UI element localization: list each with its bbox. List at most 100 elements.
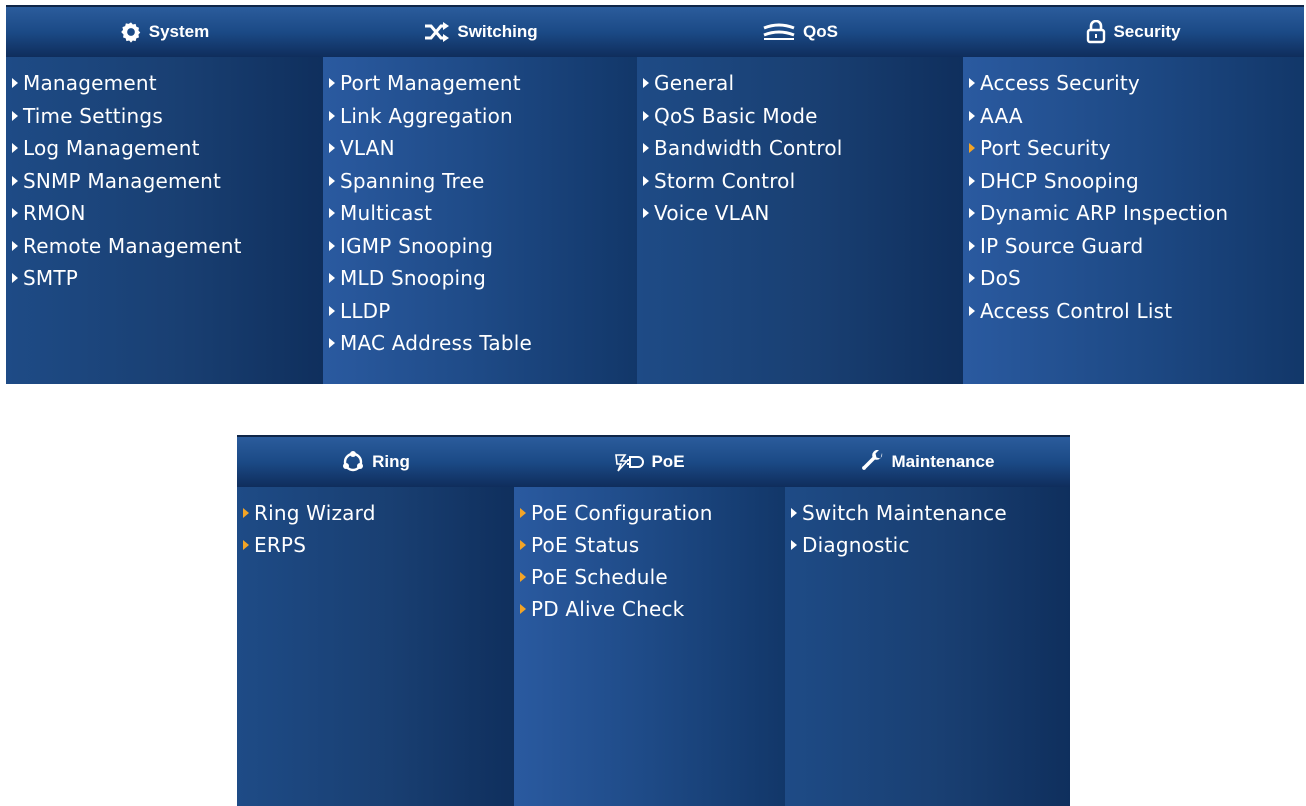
menu-item-pd-alive-check[interactable]: PD Alive Check	[514, 593, 785, 625]
arrow-icon	[329, 143, 335, 154]
menu-item-storm-control[interactable]: Storm Control	[637, 165, 963, 198]
arrow-icon	[243, 508, 249, 518]
arrow-icon	[520, 540, 526, 550]
menu-header-poe[interactable]: PoE	[514, 435, 785, 487]
menu-header-maintenance[interactable]: Maintenance	[785, 435, 1070, 487]
menu-item-access-control-list[interactable]: Access Control List	[963, 295, 1304, 328]
arrow-icon	[969, 273, 975, 284]
menu-item-poe-status[interactable]: PoE Status	[514, 529, 785, 561]
arrow-icon	[12, 273, 18, 284]
arrow-icon	[12, 240, 18, 251]
menu-item-aaa[interactable]: AAA	[963, 100, 1304, 133]
menu-column-qos: QoS General QoS Basic Mode Bandwidth Con…	[637, 5, 963, 384]
arrow-icon	[643, 110, 649, 121]
menu-item-poe-configuration[interactable]: PoE Configuration	[514, 497, 785, 529]
arrow-icon	[969, 78, 975, 89]
arrow-icon	[520, 508, 526, 518]
menu-item-mld-snooping[interactable]: MLD Snooping	[323, 262, 637, 295]
menu-list-ring: Ring Wizard ERPS	[237, 487, 514, 806]
menu-item-poe-schedule[interactable]: PoE Schedule	[514, 561, 785, 593]
ring-icon	[341, 450, 365, 474]
menu-header-switching[interactable]: Switching	[323, 5, 637, 57]
menu-item-remote-management[interactable]: Remote Management	[6, 230, 323, 263]
arrow-icon	[791, 540, 797, 550]
menu-item-general[interactable]: General	[637, 67, 963, 100]
menu-item-dhcp-snooping[interactable]: DHCP Snooping	[963, 165, 1304, 198]
menu-item-erps[interactable]: ERPS	[237, 529, 514, 561]
switching-arrows-icon	[422, 22, 450, 42]
padlock-icon	[1086, 20, 1106, 44]
menu-item-qos-basic-mode[interactable]: QoS Basic Mode	[637, 100, 963, 133]
menu-item-rmon[interactable]: RMON	[6, 197, 323, 230]
menu-header-label: QoS	[803, 22, 838, 41]
menu-column-security: Security Access Security AAA Port Securi…	[963, 5, 1304, 384]
menu-item-snmp-management[interactable]: SNMP Management	[6, 165, 323, 198]
menu-item-multicast[interactable]: Multicast	[323, 197, 637, 230]
arrow-icon	[643, 78, 649, 89]
menu-item-smtp[interactable]: SMTP	[6, 262, 323, 295]
arrow-icon	[12, 143, 18, 154]
menu-item-dos[interactable]: DoS	[963, 262, 1304, 295]
menu-column-ring: Ring Ring Wizard ERPS	[237, 435, 514, 806]
arrow-icon	[329, 240, 335, 251]
menu-header-label: PoE	[651, 452, 685, 471]
menu-item-ring-wizard[interactable]: Ring Wizard	[237, 497, 514, 529]
bottom-menu-panel: Ring Ring Wizard ERPS PoE PoE Configurat…	[237, 435, 1070, 806]
qos-wave-icon	[762, 23, 796, 41]
menu-item-mac-address-table[interactable]: MAC Address Table	[323, 327, 637, 360]
menu-item-bandwidth-control[interactable]: Bandwidth Control	[637, 132, 963, 165]
arrow-icon	[243, 540, 249, 550]
menu-list-maintenance: Switch Maintenance Diagnostic	[785, 487, 1070, 806]
menu-header-ring[interactable]: Ring	[237, 435, 514, 487]
menu-column-system: System Management Time Settings Log Mana…	[6, 5, 323, 384]
menu-item-port-management[interactable]: Port Management	[323, 67, 637, 100]
arrow-icon	[791, 508, 797, 518]
arrow-icon	[329, 208, 335, 219]
menu-item-access-security[interactable]: Access Security	[963, 67, 1304, 100]
menu-header-system[interactable]: System	[6, 5, 323, 57]
arrow-icon	[520, 604, 526, 614]
menu-list-system: Management Time Settings Log Management …	[6, 57, 323, 384]
menu-header-security[interactable]: Security	[963, 5, 1304, 57]
menu-item-voice-vlan[interactable]: Voice VLAN	[637, 197, 963, 230]
arrow-icon	[329, 110, 335, 121]
menu-column-maintenance: Maintenance Switch Maintenance Diagnosti…	[785, 435, 1070, 806]
arrow-icon	[12, 175, 18, 186]
menu-column-poe: PoE PoE Configuration PoE Status PoE Sch…	[514, 435, 785, 806]
arrow-icon	[12, 208, 18, 219]
menu-item-switch-maintenance[interactable]: Switch Maintenance	[785, 497, 1070, 529]
menu-item-time-settings[interactable]: Time Settings	[6, 100, 323, 133]
arrow-icon	[969, 110, 975, 121]
menu-item-spanning-tree[interactable]: Spanning Tree	[323, 165, 637, 198]
menu-header-label: Switching	[457, 22, 538, 41]
menu-item-diagnostic[interactable]: Diagnostic	[785, 529, 1070, 561]
arrow-icon	[969, 305, 975, 316]
arrow-icon	[643, 143, 649, 154]
menu-header-label: Ring	[372, 452, 410, 471]
poe-plug-icon	[614, 452, 645, 472]
arrow-icon	[643, 175, 649, 186]
menu-item-port-security[interactable]: Port Security	[963, 132, 1304, 165]
arrow-icon	[12, 110, 18, 121]
menu-header-qos[interactable]: QoS	[637, 5, 963, 57]
wrench-icon	[861, 450, 885, 474]
arrow-icon	[969, 208, 975, 219]
menu-item-ip-source-guard[interactable]: IP Source Guard	[963, 230, 1304, 263]
arrow-icon	[329, 338, 335, 349]
menu-column-switching: Switching Port Management Link Aggregati…	[323, 5, 637, 384]
menu-item-dynamic-arp-inspection[interactable]: Dynamic ARP Inspection	[963, 197, 1304, 230]
arrow-icon	[12, 78, 18, 89]
menu-header-label: System	[148, 22, 210, 41]
menu-item-vlan[interactable]: VLAN	[323, 132, 637, 165]
menu-list-switching: Port Management Link Aggregation VLAN Sp…	[323, 57, 637, 384]
menu-list-security: Access Security AAA Port Security DHCP S…	[963, 57, 1304, 384]
arrow-icon	[969, 240, 975, 251]
menu-list-qos: General QoS Basic Mode Bandwidth Control…	[637, 57, 963, 384]
menu-item-igmp-snooping[interactable]: IGMP Snooping	[323, 230, 637, 263]
top-menu-panel: System Management Time Settings Log Mana…	[6, 5, 1304, 384]
menu-item-log-management[interactable]: Log Management	[6, 132, 323, 165]
menu-item-lldp[interactable]: LLDP	[323, 295, 637, 328]
arrow-icon	[329, 273, 335, 284]
menu-item-link-aggregation[interactable]: Link Aggregation	[323, 100, 637, 133]
menu-item-management[interactable]: Management	[6, 67, 323, 100]
